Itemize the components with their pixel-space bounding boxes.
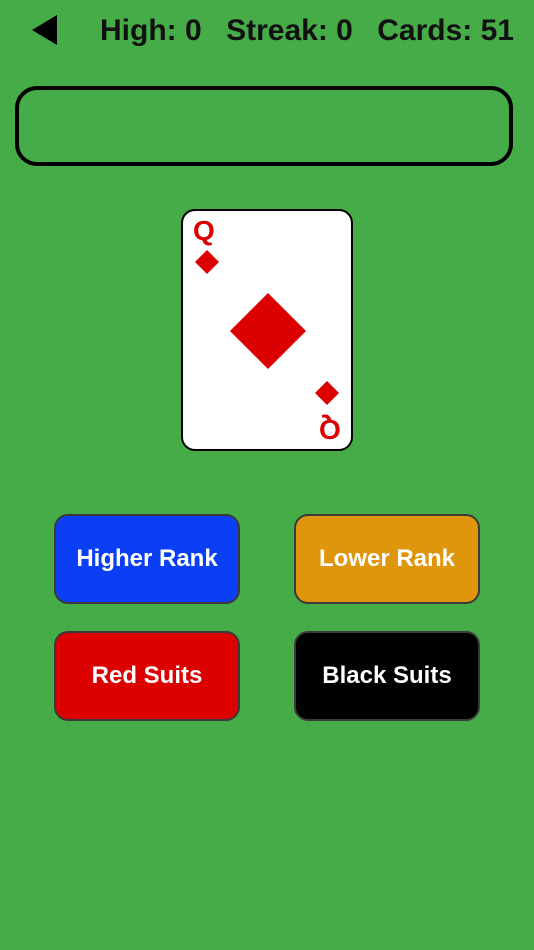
diamond-icon	[314, 380, 340, 411]
card-rank-bottom: Q	[319, 414, 341, 445]
high-score: High: 0	[100, 14, 202, 47]
red-suits-button[interactable]: Red Suits	[54, 631, 240, 721]
back-arrow-icon[interactable]	[30, 14, 60, 46]
stats-bar: High: 0 Streak: 0 Cards: 51	[100, 12, 514, 50]
black-suits-button[interactable]: Black Suits	[294, 631, 480, 721]
diamond-icon	[194, 249, 220, 280]
higher-rank-button[interactable]: Higher Rank	[54, 514, 240, 604]
playing-card: Q Q	[181, 209, 353, 451]
diamond-icon	[228, 291, 308, 376]
message-box	[15, 86, 513, 166]
lower-rank-button[interactable]: Lower Rank	[294, 514, 480, 604]
streak-count: Streak: 0	[226, 14, 353, 47]
cards-remaining: Cards: 51	[377, 14, 514, 47]
card-rank-top: Q	[193, 215, 215, 246]
